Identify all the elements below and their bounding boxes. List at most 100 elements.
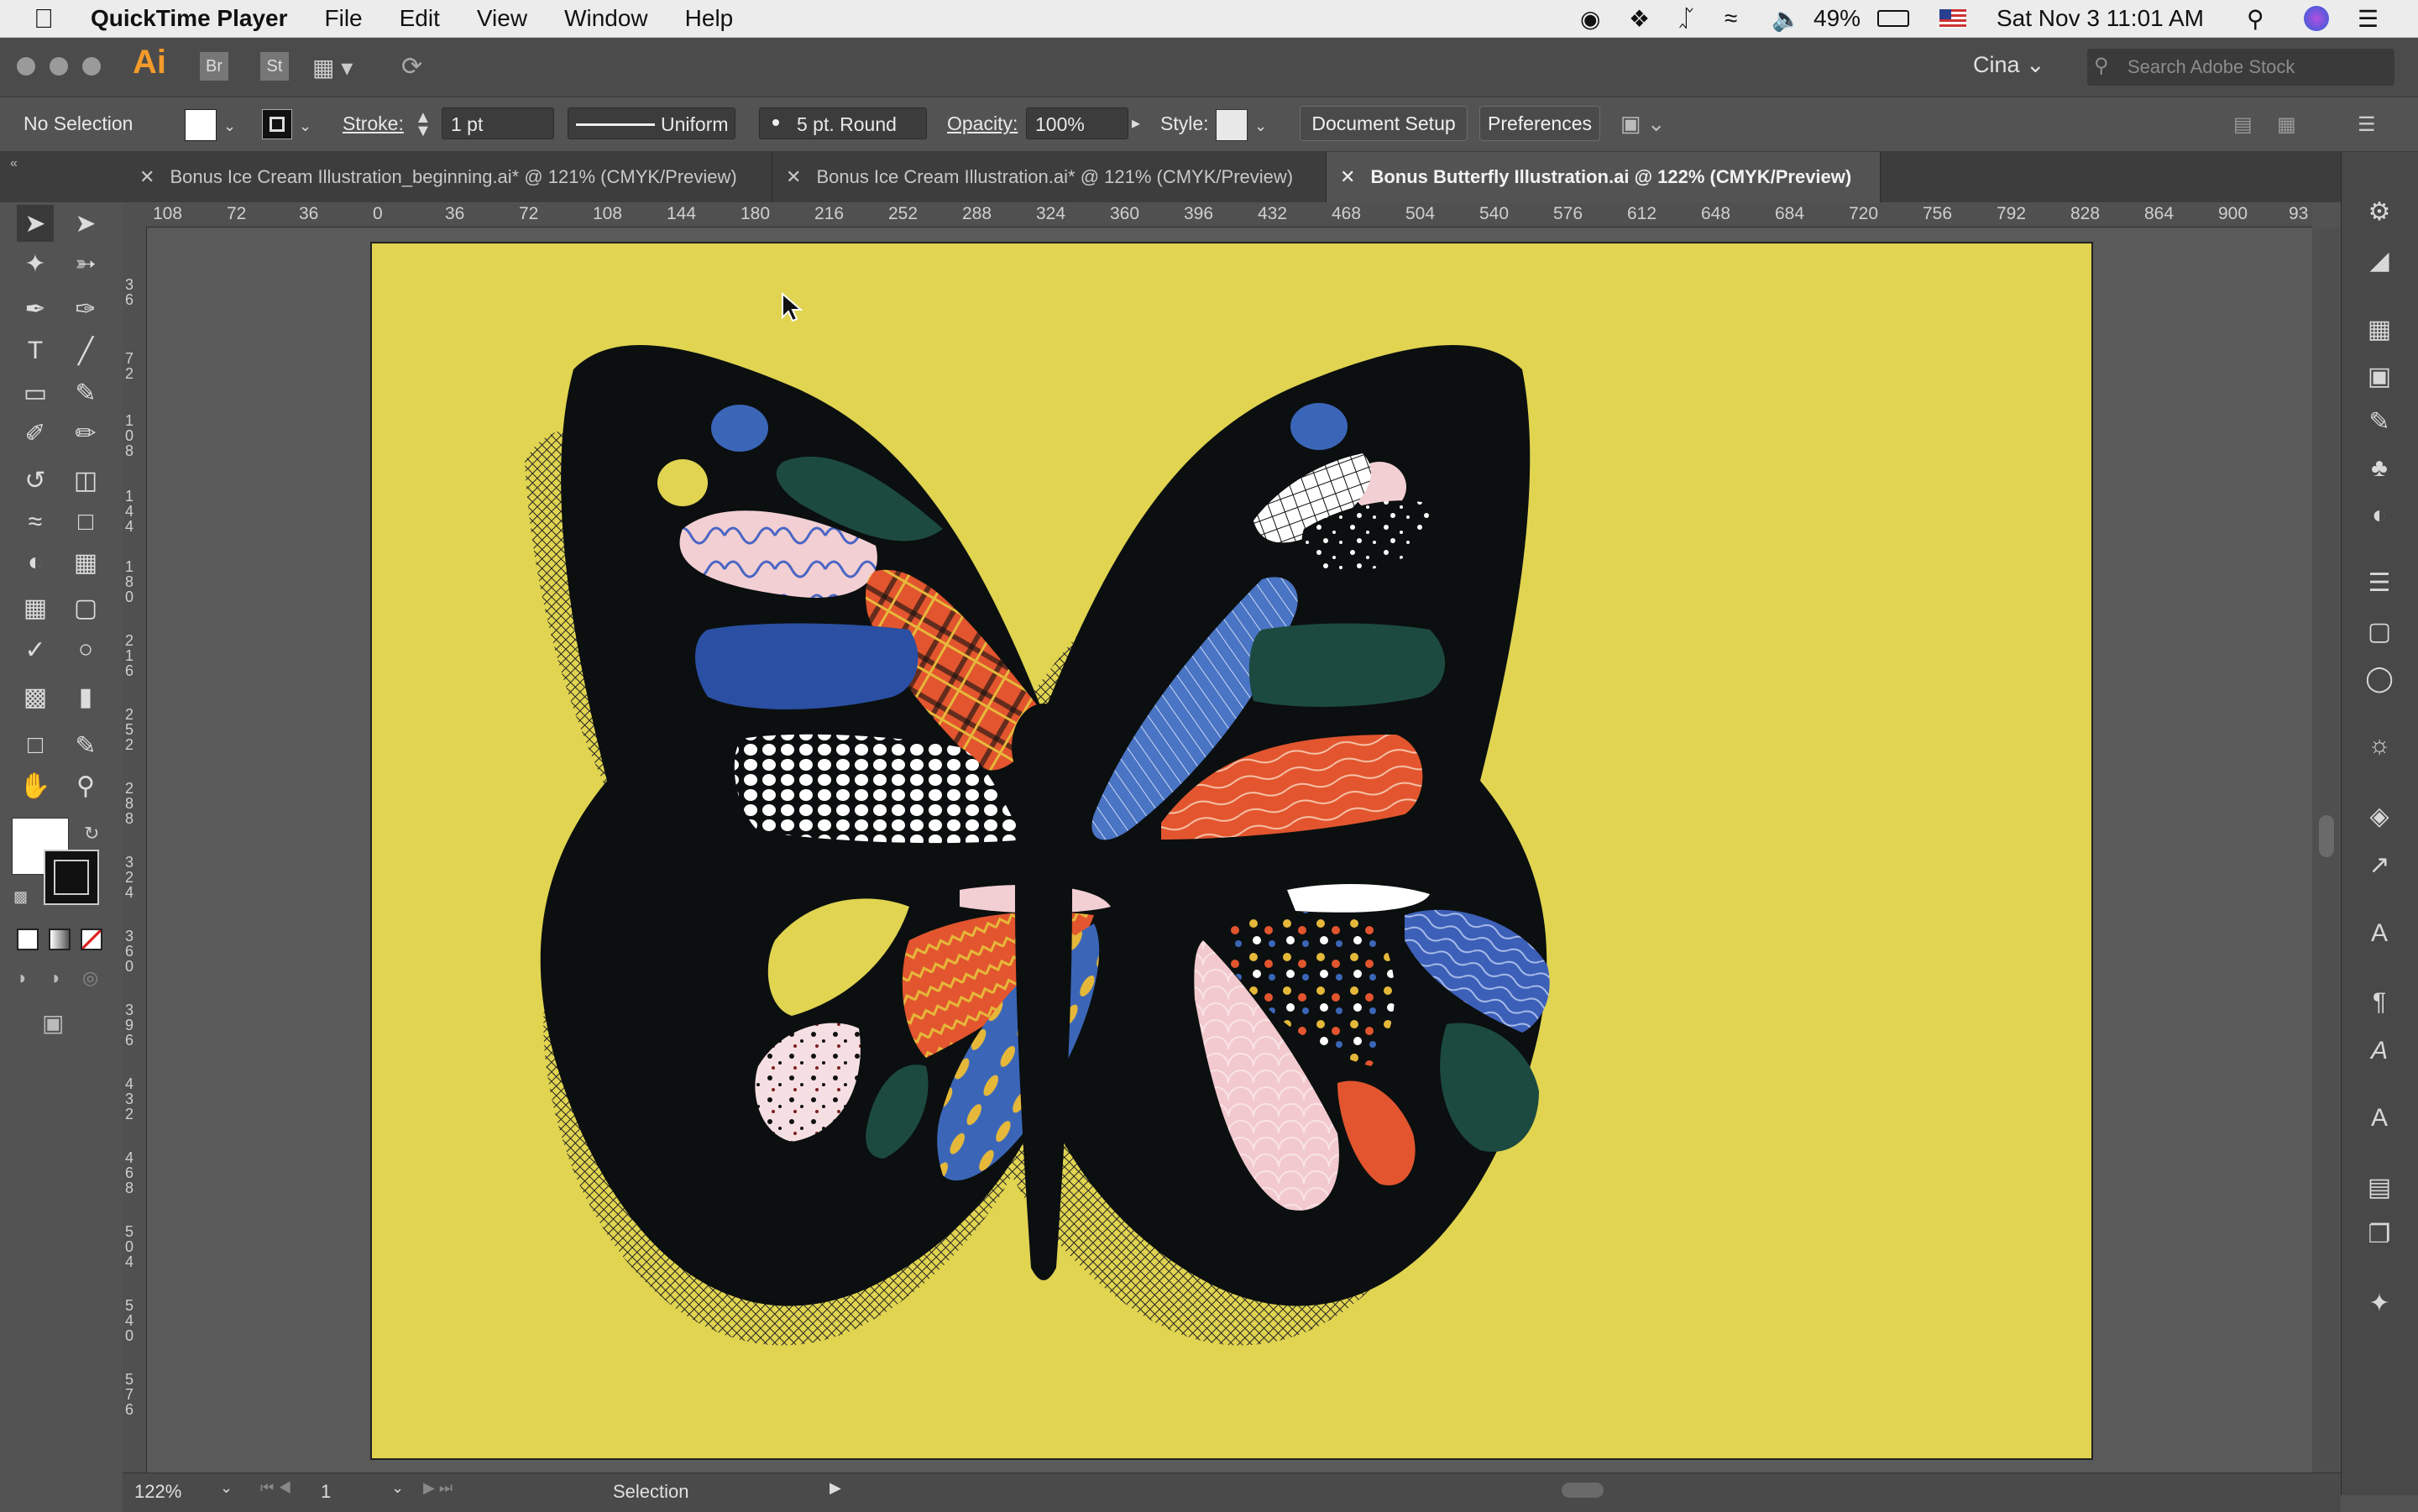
layers-icon[interactable]: ◈	[2361, 798, 2398, 834]
preferences-button[interactable]: Preferences	[1479, 106, 1600, 141]
close-icon[interactable]: ✕	[139, 166, 154, 187]
magic-wand-tool[interactable]: ✦	[17, 245, 54, 282]
pathfinder-icon[interactable]: ❐	[2361, 1216, 2398, 1253]
default-fill-stroke-icon[interactable]: ▩	[13, 888, 28, 906]
collapse-toolbar-icon[interactable]: «	[10, 156, 18, 171]
graphic-styles-icon[interactable]: ◐	[2361, 497, 2398, 534]
paragraph-icon[interactable]: ¶	[2361, 984, 2398, 1021]
none-mode-button[interactable]	[81, 929, 102, 950]
first-artboard-icon[interactable]: ⏮ ◀	[260, 1479, 291, 1497]
shape-builder-tool[interactable]: ◐	[17, 544, 54, 581]
magic-wand-panel-icon[interactable]: ✦	[2361, 1284, 2398, 1321]
style-dropdown-icon[interactable]: ⌄	[1254, 118, 1267, 135]
apple-icon[interactable]: 	[34, 3, 54, 34]
dropbox-icon[interactable]: ❖	[1629, 0, 1650, 37]
artboard-tool[interactable]: □	[17, 727, 54, 764]
fill-swatch[interactable]	[185, 109, 217, 141]
align-panel-icon[interactable]: ▤	[2361, 1169, 2398, 1206]
libraries-icon[interactable]: ◢	[2361, 242, 2398, 279]
artboard-number-field[interactable]: 1	[321, 1478, 388, 1506]
battery-icon[interactable]	[1877, 0, 1909, 37]
slice-tool[interactable]: ✎	[67, 727, 104, 764]
gpu-performance-icon[interactable]: ⟳	[401, 52, 422, 81]
battery-percent[interactable]: 49%	[1814, 0, 1861, 37]
stroke-dropdown-icon[interactable]: ⌄	[299, 118, 311, 135]
window-minimize-button[interactable]	[50, 57, 68, 76]
align-icon[interactable]: ▤	[2233, 112, 2253, 137]
width-tool[interactable]: ≈	[17, 504, 54, 541]
color-guide-icon[interactable]: ⚙	[2361, 193, 2398, 230]
paintbrush-tool[interactable]: ✎	[67, 374, 104, 411]
screen-record-icon[interactable]: ◉	[1580, 0, 1600, 37]
tab-ice-cream[interactable]: ✕ Bonus Ice Cream Illustration.ai* @ 121%…	[772, 152, 1327, 202]
last-artboard-icon[interactable]: ▶ ⏭	[423, 1479, 453, 1497]
line-segment-tool[interactable]: ╱	[67, 332, 104, 369]
stroke-label[interactable]: Stroke:	[343, 107, 404, 139]
stroke-panel-icon[interactable]: ☰	[2361, 564, 2398, 601]
zoom-dropdown-icon[interactable]: ⌄	[220, 1479, 233, 1497]
panel-menu-icon[interactable]: ☰	[2358, 112, 2376, 137]
eyedropper-tool[interactable]: ✓	[17, 631, 54, 668]
menu-window[interactable]: Window	[564, 5, 648, 32]
swap-fill-stroke-icon[interactable]: ↻	[84, 823, 99, 845]
wifi-icon[interactable]: ≈	[1725, 0, 1737, 37]
transform-icon[interactable]: ▦	[2277, 112, 2296, 137]
artboards-icon[interactable]: ▣	[2361, 358, 2398, 395]
transparency-icon[interactable]: ◯	[2361, 660, 2398, 697]
selection-tool[interactable]: ➤	[17, 205, 54, 242]
perspective-grid-tool[interactable]: ▦	[67, 544, 104, 581]
menu-file[interactable]: File	[325, 5, 363, 32]
graphic-style-swatch[interactable]	[1216, 109, 1248, 141]
brushes-icon[interactable]: ✎	[2361, 403, 2398, 440]
fill-dropdown-icon[interactable]: ⌄	[223, 118, 236, 135]
document-setup-button[interactable]: Document Setup	[1300, 106, 1468, 141]
artboard[interactable]	[370, 242, 2093, 1460]
menu-help[interactable]: Help	[685, 5, 734, 32]
flag-icon[interactable]	[1939, 0, 1966, 37]
artboard-dropdown-icon[interactable]: ⌄	[391, 1479, 404, 1497]
vertical-scrollbar[interactable]	[2312, 228, 2341, 1473]
free-transform-tool[interactable]: □	[67, 504, 104, 541]
close-icon[interactable]: ✕	[1340, 166, 1355, 187]
stroke-swatch[interactable]	[262, 109, 292, 139]
vertical-ruler[interactable]: 36 72 108 144 180 216 252 288 324 360 39…	[123, 227, 147, 1486]
butterfly-illustration[interactable]	[372, 243, 2091, 1458]
export-icon[interactable]: ↗	[2361, 846, 2398, 883]
opacity-label[interactable]: Opacity:	[947, 107, 1018, 139]
opacity-input[interactable]: 100%	[1026, 107, 1128, 139]
siri-icon[interactable]	[2304, 0, 2329, 37]
appearance-icon[interactable]: ☼	[2361, 727, 2398, 764]
glyphs-icon[interactable]: A	[2361, 1033, 2398, 1070]
draw-behind-icon[interactable]: ◑	[49, 967, 60, 989]
notification-center-icon[interactable]: ☰	[2358, 0, 2379, 37]
stock-button[interactable]: St	[260, 52, 289, 81]
close-icon[interactable]: ✕	[786, 166, 801, 187]
menu-app-name[interactable]: QuickTime Player	[91, 5, 288, 32]
screen-mode-icon[interactable]: ▣	[42, 1009, 64, 1037]
arrange-icon[interactable]: ▣ ⌄	[1620, 111, 1666, 137]
blend-tool[interactable]: ○	[67, 631, 104, 668]
status-menu-icon[interactable]: ▶	[830, 1479, 841, 1497]
draw-inside-icon[interactable]: ◎	[82, 967, 98, 989]
gradient-tool[interactable]: ▢	[67, 589, 104, 626]
character-icon[interactable]: A	[2361, 1100, 2398, 1137]
zoom-tool[interactable]: ⚲	[67, 767, 104, 804]
curvature-tool[interactable]: ✑	[67, 290, 104, 327]
gradient-mode-button[interactable]	[49, 929, 71, 950]
bluetooth-icon[interactable]: ᛢ	[1679, 0, 1693, 37]
stroke-stepper[interactable]: ▲ ▼	[415, 109, 432, 139]
character-styles-icon[interactable]: A	[2361, 915, 2398, 952]
type-tool[interactable]: T	[17, 332, 54, 369]
stroke-weight-input[interactable]: 1 pt	[442, 107, 554, 139]
hand-tool[interactable]: ✋	[17, 767, 54, 804]
mesh-tool[interactable]: ▦	[17, 589, 54, 626]
window-zoom-button[interactable]	[82, 57, 101, 76]
color-mode-button[interactable]	[17, 929, 39, 950]
draw-normal-icon[interactable]: ◑	[15, 967, 26, 989]
scroll-thumb[interactable]	[2319, 815, 2334, 857]
opacity-chevron-right-icon[interactable]: ▸	[1132, 112, 1140, 133]
brush-definition[interactable]: 5 pt. Round	[759, 107, 927, 139]
horizontal-scroll-thumb[interactable]	[1562, 1483, 1604, 1498]
tab-butterfly[interactable]: ✕ Bonus Butterfly Illustration.ai @ 122% …	[1327, 152, 1881, 202]
volume-icon[interactable]: 🔈	[1772, 0, 1801, 37]
